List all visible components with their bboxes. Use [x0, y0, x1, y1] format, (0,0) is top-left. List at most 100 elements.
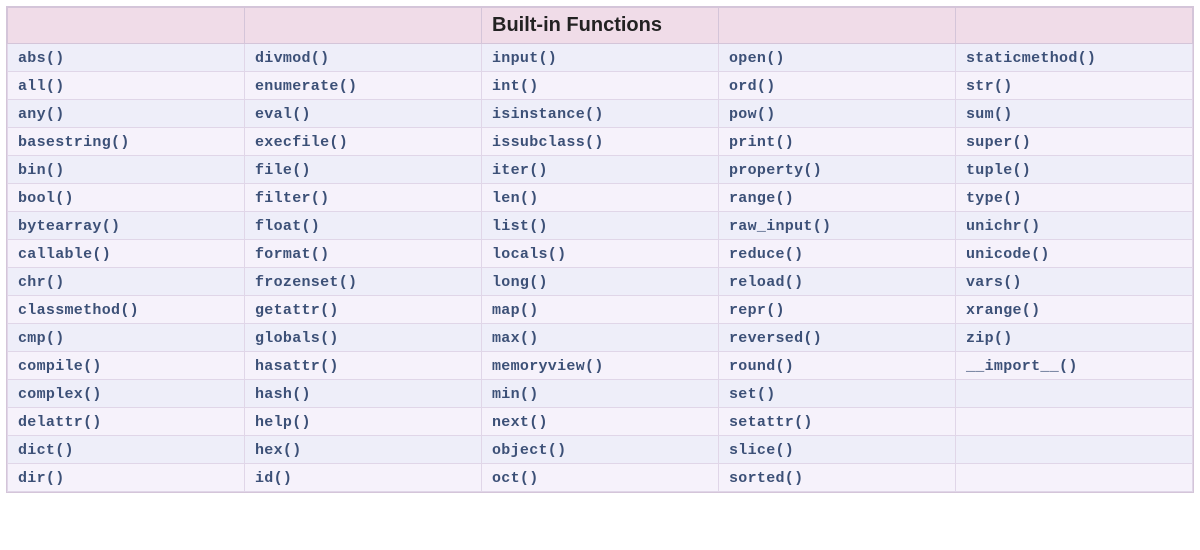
function-link[interactable]: float() — [255, 218, 320, 235]
function-link[interactable]: bin() — [18, 162, 65, 179]
function-link[interactable]: chr() — [18, 274, 65, 291]
function-link[interactable]: str() — [966, 78, 1013, 95]
function-link[interactable]: print() — [729, 134, 794, 151]
function-link[interactable]: xrange() — [966, 302, 1040, 319]
function-link[interactable]: any() — [18, 106, 65, 123]
function-link[interactable]: bool() — [18, 190, 74, 207]
function-link[interactable]: hash() — [255, 386, 311, 403]
function-link[interactable]: long() — [492, 274, 548, 291]
function-link[interactable]: slice() — [729, 442, 794, 459]
function-link[interactable]: issubclass() — [492, 134, 604, 151]
function-link[interactable]: map() — [492, 302, 539, 319]
function-link[interactable]: round() — [729, 358, 794, 375]
function-link[interactable]: complex() — [18, 386, 102, 403]
function-link[interactable]: file() — [255, 162, 311, 179]
function-link[interactable]: classmethod() — [18, 302, 139, 319]
function-link[interactable]: sorted() — [729, 470, 803, 487]
function-link[interactable]: __import__() — [966, 358, 1078, 375]
table-cell: ord() — [719, 72, 956, 100]
function-link[interactable]: repr() — [729, 302, 785, 319]
builtins-tbody: abs() divmod() input() open() staticmethod()… — [8, 44, 1193, 492]
table-cell — [956, 380, 1193, 408]
table-cell: tuple() — [956, 156, 1193, 184]
table-cell: len() — [482, 184, 719, 212]
function-link[interactable]: max() — [492, 330, 539, 347]
table-cell: property() — [719, 156, 956, 184]
function-link[interactable]: input() — [492, 50, 557, 67]
function-link[interactable]: object() — [492, 442, 566, 459]
function-link[interactable]: reload() — [729, 274, 803, 291]
function-link[interactable]: staticmethod() — [966, 50, 1096, 67]
function-link[interactable]: callable() — [18, 246, 111, 263]
function-link[interactable]: divmod() — [255, 50, 329, 67]
function-link[interactable]: tuple() — [966, 162, 1031, 179]
function-link[interactable]: compile() — [18, 358, 102, 375]
table-cell: print() — [719, 128, 956, 156]
table-cell: issubclass() — [482, 128, 719, 156]
function-link[interactable]: memoryview() — [492, 358, 604, 375]
function-link[interactable]: format() — [255, 246, 329, 263]
function-link[interactable]: ord() — [729, 78, 776, 95]
function-link[interactable]: hex() — [255, 442, 302, 459]
function-link[interactable]: delattr() — [18, 414, 102, 431]
function-link[interactable]: open() — [729, 50, 785, 67]
table-row: bin() file() iter() property() tuple() — [8, 156, 1193, 184]
function-link[interactable]: raw_input() — [729, 218, 831, 235]
function-link[interactable]: unicode() — [966, 246, 1050, 263]
function-link[interactable]: filter() — [255, 190, 329, 207]
function-link[interactable]: dir() — [18, 470, 65, 487]
table-cell: hasattr() — [245, 352, 482, 380]
function-link[interactable]: globals() — [255, 330, 339, 347]
function-link[interactable]: iter() — [492, 162, 548, 179]
function-link[interactable]: getattr() — [255, 302, 339, 319]
function-link[interactable]: property() — [729, 162, 822, 179]
table-cell: delattr() — [8, 408, 245, 436]
function-link[interactable]: help() — [255, 414, 311, 431]
table-cell: reversed() — [719, 324, 956, 352]
table-cell: range() — [719, 184, 956, 212]
table-cell: float() — [245, 212, 482, 240]
function-link[interactable]: len() — [492, 190, 539, 207]
function-link[interactable]: pow() — [729, 106, 776, 123]
function-link[interactable]: locals() — [492, 246, 566, 263]
function-link[interactable]: oct() — [492, 470, 539, 487]
table-cell: long() — [482, 268, 719, 296]
function-link[interactable]: min() — [492, 386, 539, 403]
function-link[interactable]: int() — [492, 78, 539, 95]
function-link[interactable]: reversed() — [729, 330, 822, 347]
function-link[interactable]: dict() — [18, 442, 74, 459]
function-link[interactable]: isinstance() — [492, 106, 604, 123]
function-link[interactable]: list() — [492, 218, 548, 235]
function-link[interactable]: cmp() — [18, 330, 65, 347]
function-link[interactable]: execfile() — [255, 134, 348, 151]
function-link[interactable]: hasattr() — [255, 358, 339, 375]
function-link[interactable]: set() — [729, 386, 776, 403]
function-link[interactable]: zip() — [966, 330, 1013, 347]
header-title: Built-in Functions — [492, 14, 662, 36]
builtins-table: Built-in Functions abs() divmod() input() o… — [7, 7, 1193, 492]
function-link[interactable]: vars() — [966, 274, 1022, 291]
function-link[interactable]: reduce() — [729, 246, 803, 263]
function-link[interactable]: next() — [492, 414, 548, 431]
function-link[interactable]: all() — [18, 78, 65, 95]
function-link[interactable]: unichr() — [966, 218, 1040, 235]
table-cell: enumerate() — [245, 72, 482, 100]
table-row: chr() frozenset() long() reload() vars() — [8, 268, 1193, 296]
function-link[interactable]: abs() — [18, 50, 65, 67]
function-link[interactable]: enumerate() — [255, 78, 357, 95]
function-link[interactable]: bytearray() — [18, 218, 120, 235]
function-link[interactable]: range() — [729, 190, 794, 207]
table-cell: chr() — [8, 268, 245, 296]
table-cell: all() — [8, 72, 245, 100]
function-link[interactable]: id() — [255, 470, 292, 487]
function-link[interactable]: eval() — [255, 106, 311, 123]
function-link[interactable]: sum() — [966, 106, 1013, 123]
function-link[interactable]: frozenset() — [255, 274, 357, 291]
function-link[interactable]: type() — [966, 190, 1022, 207]
function-link[interactable]: setattr() — [729, 414, 813, 431]
table-cell — [956, 436, 1193, 464]
function-link[interactable]: super() — [966, 134, 1031, 151]
table-cell: map() — [482, 296, 719, 324]
function-link[interactable]: basestring() — [18, 134, 130, 151]
table-cell: __import__() — [956, 352, 1193, 380]
